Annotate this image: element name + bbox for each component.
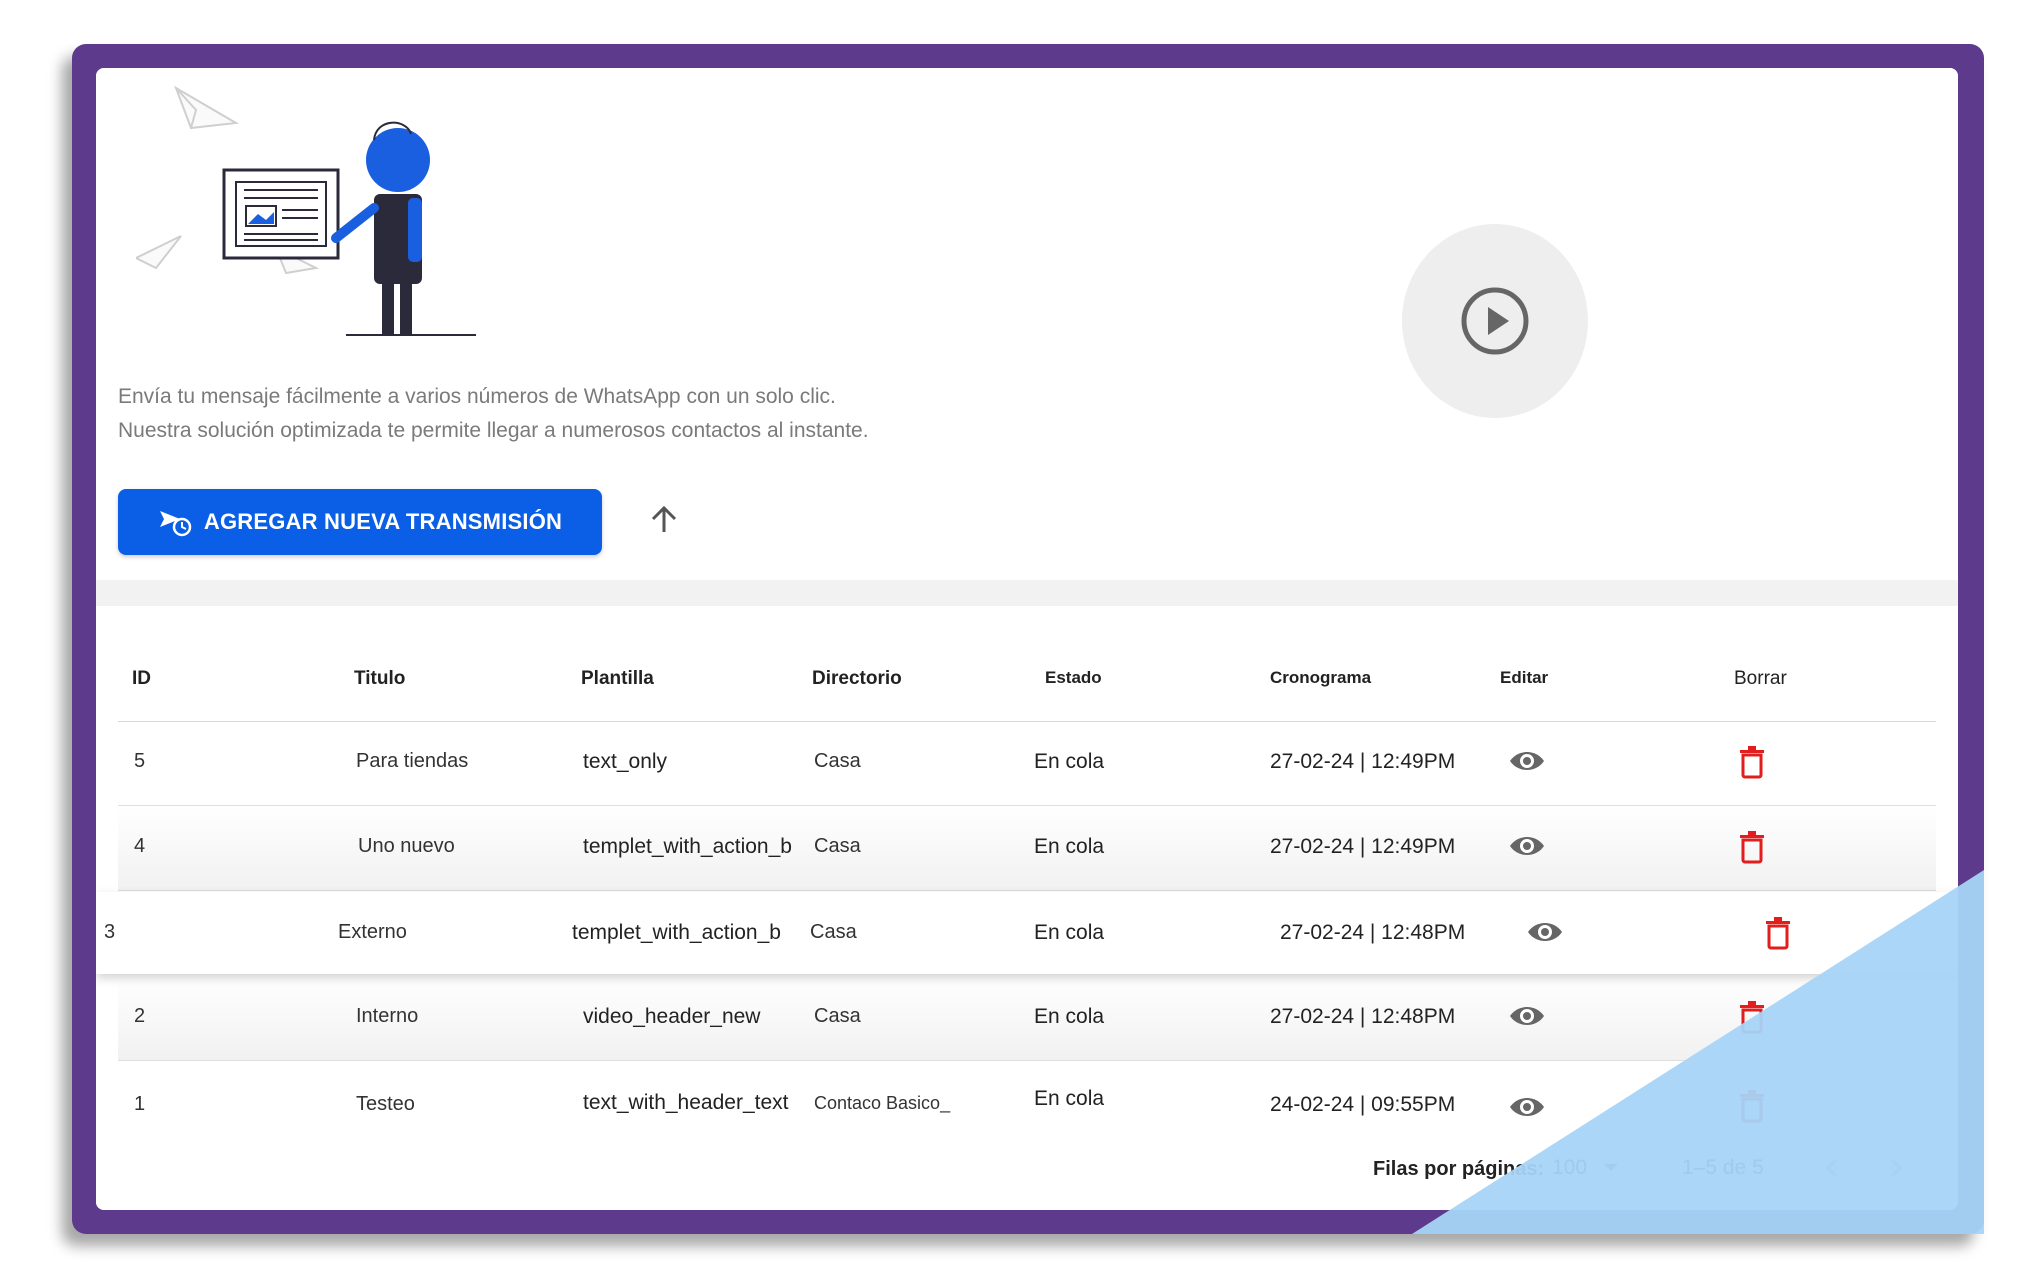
header-cronograma[interactable]: Cronograma (1270, 668, 1371, 688)
cell-directorio: Casa (814, 835, 861, 857)
header-editar: Editar (1500, 668, 1549, 687)
cell-id: 2 (134, 1005, 146, 1027)
table-header: ID Titulo Plantilla Directorio Estado Cr… (118, 606, 1936, 722)
cell-cronograma: 27-02-24 | 12:48PM (1280, 921, 1466, 944)
eye-icon[interactable] (1508, 830, 1546, 862)
header-titulo[interactable]: Titulo (354, 668, 405, 690)
cell-plantilla: templet_with_action_b (572, 921, 781, 944)
trash-icon[interactable] (1738, 1000, 1766, 1034)
cell-directorio: Casa (814, 750, 861, 772)
cell-cronograma: 27-02-24 | 12:48PM (1270, 1005, 1456, 1028)
header-estado[interactable]: Estado (1045, 668, 1102, 688)
presenter-illustration (136, 85, 476, 336)
add-broadcast-label: AGREGAR NUEVA TRANSMISIÓN (203, 509, 563, 534)
cell-estado: En cola (1034, 750, 1105, 773)
cell-cronograma: 24-02-24 | 09:55PM (1270, 1093, 1456, 1116)
cell-id: 5 (134, 750, 146, 772)
chevron-down-icon[interactable] (1604, 1164, 1618, 1171)
cell-directorio: Contaco Basico_ (814, 1093, 951, 1113)
cell-titulo: Externo (338, 921, 407, 943)
cell-estado: En cola (1034, 1087, 1105, 1110)
table-row[interactable]: 2 Interno video_header_new Casa En cola … (118, 976, 1936, 1061)
main-panel: Envía tu mensaje fácilmente a varios núm… (96, 68, 1958, 1210)
rows-per-page-label: Filas por páginas: (1373, 1158, 1545, 1180)
eye-icon[interactable] (1508, 745, 1546, 777)
play-circle-icon[interactable] (1460, 286, 1530, 356)
trash-icon[interactable] (1738, 1089, 1766, 1123)
cell-id: 1 (134, 1093, 146, 1115)
cell-plantilla: text_only (583, 750, 668, 773)
cell-plantilla: templet_with_action_b (583, 835, 792, 858)
cell-titulo: Interno (356, 1005, 419, 1027)
hero-section: Envía tu mensaje fácilmente a varios núm… (96, 68, 1958, 580)
cell-titulo: Testeo (356, 1093, 415, 1115)
cell-id: 3 (104, 921, 116, 943)
broadcast-table: ID Titulo Plantilla Directorio Estado Cr… (96, 606, 1958, 1210)
section-divider (96, 580, 1958, 606)
chevron-right-icon[interactable] (1882, 1154, 1910, 1182)
cell-plantilla: video_header_new (583, 1005, 761, 1028)
table-row[interactable]: 4 Uno nuevo templet_with_action_b Casa E… (118, 806, 1936, 891)
cell-plantilla: text_with_header_text (583, 1091, 789, 1114)
cell-estado: En cola (1034, 921, 1105, 944)
cell-titulo: Para tiendas (356, 750, 469, 772)
pagination-bar: Filas por páginas: 100 1–5 de 5 (96, 1138, 1958, 1198)
eye-icon[interactable] (1526, 916, 1564, 948)
trash-icon[interactable] (1764, 916, 1792, 950)
cell-cronograma: 27-02-24 | 12:49PM (1270, 750, 1456, 773)
cell-cronograma: 27-02-24 | 12:49PM (1270, 835, 1456, 858)
page-range: 1–5 de 5 (1682, 1156, 1764, 1179)
cell-directorio: Casa (814, 1005, 861, 1027)
header-id[interactable]: ID (132, 668, 151, 690)
eye-icon[interactable] (1508, 1091, 1546, 1123)
cell-titulo: Uno nuevo (358, 835, 455, 857)
video-thumbnail[interactable] (1402, 224, 1588, 418)
table-row-hovered[interactable]: 3 Externo templet_with_action_b Casa En … (96, 892, 1958, 974)
cell-id: 4 (134, 835, 146, 857)
header-plantilla[interactable]: Plantilla (581, 668, 654, 690)
app-frame: Envía tu mensaje fácilmente a varios núm… (72, 44, 1984, 1234)
trash-icon[interactable] (1738, 830, 1766, 864)
description-line-1: Envía tu mensaje fácilmente a varios núm… (118, 385, 836, 408)
eye-icon[interactable] (1508, 1000, 1546, 1032)
chevron-left-icon[interactable] (1818, 1154, 1846, 1182)
trash-icon[interactable] (1738, 745, 1766, 779)
rows-per-page-select[interactable]: 100 (1552, 1156, 1587, 1180)
cell-estado: En cola (1034, 835, 1105, 858)
table-body: 5 Para tiendas text_only Casa En cola 27… (96, 721, 1958, 1123)
cell-directorio: Casa (810, 921, 857, 943)
table-row[interactable]: 1 Testeo text_with_header_text Contaco B… (118, 1061, 1936, 1123)
header-borrar: Borrar (1734, 668, 1787, 689)
add-broadcast-button[interactable]: AGREGAR NUEVA TRANSMISIÓN (118, 489, 602, 555)
table-row[interactable]: 5 Para tiendas text_only Casa En cola 27… (118, 721, 1936, 806)
description-line-2: Nuestra solución optimizada te permite l… (118, 419, 869, 442)
arrow-up-icon[interactable] (646, 502, 682, 538)
hero-description: Envía tu mensaje fácilmente a varios núm… (118, 380, 869, 448)
broadcast-clock-icon (159, 511, 192, 537)
cell-estado: En cola (1034, 1005, 1105, 1028)
header-directorio[interactable]: Directorio (812, 668, 902, 690)
